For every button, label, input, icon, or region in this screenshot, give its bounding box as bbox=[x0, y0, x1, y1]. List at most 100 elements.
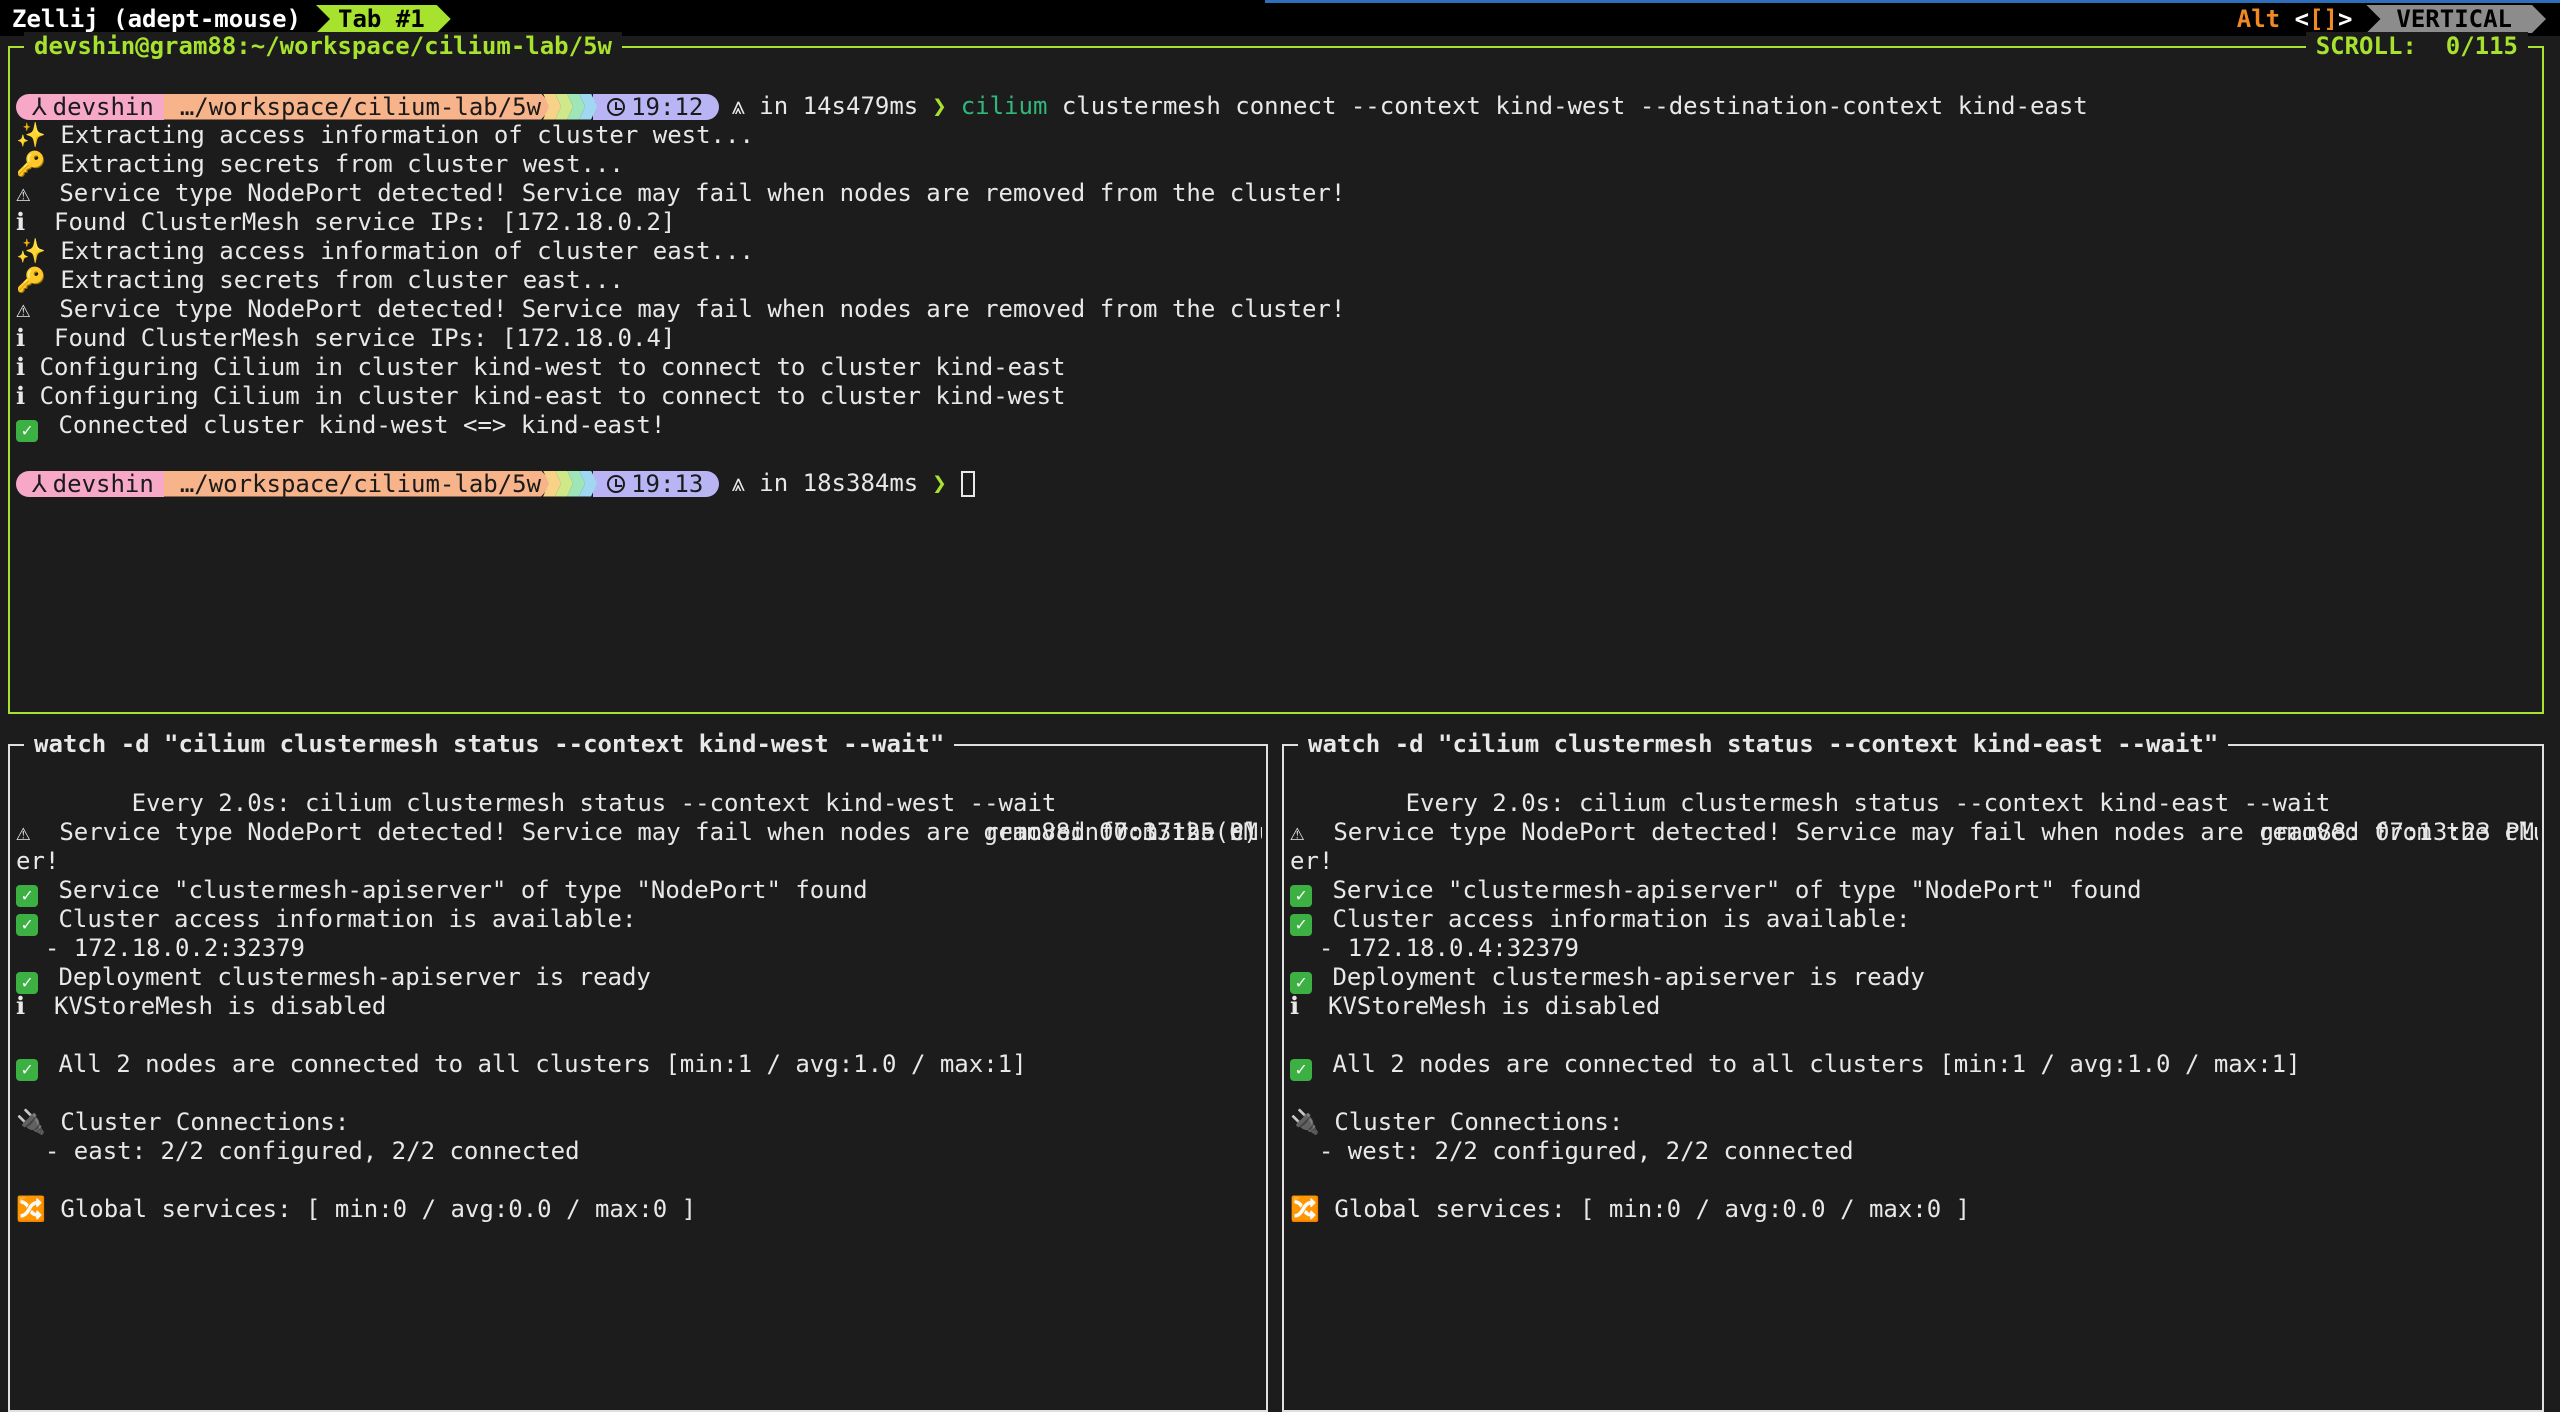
zellij-tab-bar: Zellij (adept-mouse) Tab #1 Alt <[]> VER… bbox=[0, 0, 2560, 36]
cluster-connection-entry: - west: 2/2 configured, 2/2 connected bbox=[1290, 1137, 1854, 1165]
prompt-time-segment: 19:13 bbox=[593, 469, 720, 498]
shuffle-icon: 🔀 bbox=[16, 1195, 46, 1223]
kvstoremesh-line: ℹ KVStoreMesh is disabled bbox=[1290, 992, 1661, 1020]
pane-title: watch -d "cilium clustermesh status --co… bbox=[24, 730, 955, 759]
output-line: ℹ Found ClusterMesh service IPs: [172.18… bbox=[16, 324, 2538, 353]
line-icon: ℹ bbox=[16, 208, 26, 236]
line-icon: ✨ bbox=[16, 237, 46, 265]
command-name: cilium bbox=[960, 92, 1048, 120]
output-line: ⚠ Service type NodePort detected! Servic… bbox=[16, 179, 2538, 208]
watch-header: Every 2.0s: cilium clustermesh status --… bbox=[16, 760, 1262, 846]
output-line: ℹ Configuring Cilium in cluster kind-wes… bbox=[16, 353, 2538, 382]
output-line: 🔑 Extracting secrets from cluster east..… bbox=[16, 266, 2538, 295]
check-icon: ✓ bbox=[16, 1059, 38, 1081]
service-found-line: ✓ Service "clustermesh-apiserver" of typ… bbox=[16, 876, 1262, 907]
session-title: Zellij (adept-mouse) bbox=[12, 5, 301, 33]
warning-line-wrap: er! bbox=[1290, 847, 1334, 875]
check-icon: ✓ bbox=[1290, 885, 1312, 907]
prompt-duration: ⩓ in 14s479ms bbox=[731, 92, 919, 120]
user-icon: ⅄ bbox=[32, 469, 47, 498]
alt-key-label: Alt bbox=[2236, 5, 2281, 33]
output-line: ✨ Extracting access information of clust… bbox=[16, 121, 2538, 150]
watch-command: Every 2.0s: cilium clustermesh status --… bbox=[1405, 789, 2331, 817]
watch-duration-row: in 0.371s (0) bbox=[16, 789, 1262, 846]
kvstoremesh-line: ℹ KVStoreMesh is disabled bbox=[16, 992, 387, 1020]
plug-icon: 🔌 bbox=[1290, 1108, 1320, 1136]
cluster-connection-entry: - east: 2/2 configured, 2/2 connected bbox=[16, 1137, 580, 1165]
terminal-output[interactable]: ⅄ devshin …/workspace/cilium-lab/5w 19:12… bbox=[16, 92, 2538, 712]
line-icon: ✓ bbox=[16, 420, 38, 442]
output-line: ✓ Connected cluster kind-west <=> kind-e… bbox=[16, 411, 2538, 442]
output-line: ✨ Extracting access information of clust… bbox=[16, 237, 2538, 266]
pane-title: watch -d "cilium clustermesh status --co… bbox=[1298, 730, 2229, 759]
prompt-time: 19:13 bbox=[631, 469, 704, 498]
info-icon: ℹ bbox=[1290, 992, 1300, 1020]
line-text: Service type NodePort detected! Service … bbox=[30, 179, 1346, 207]
clock-icon bbox=[607, 474, 626, 493]
line-text: Configuring Cilium in cluster kind-west … bbox=[25, 353, 1066, 381]
prompt-time: 19:12 bbox=[631, 92, 704, 121]
prompt-user: devshin bbox=[52, 92, 154, 121]
service-found-line: ✓ Service "clustermesh-apiserver" of typ… bbox=[1290, 876, 2538, 907]
check-icon: ✓ bbox=[1290, 1059, 1312, 1081]
command-args: clustermesh connect --context kind-west … bbox=[1047, 92, 2088, 120]
check-icon: ✓ bbox=[16, 885, 38, 907]
tab-1[interactable]: Tab #1 bbox=[316, 5, 451, 33]
check-icon: ✓ bbox=[16, 972, 38, 994]
layout-mode-badge[interactable]: VERTICAL bbox=[2366, 5, 2546, 33]
terminal-pane-watch-west[interactable]: watch -d "cilium clustermesh status --co… bbox=[8, 730, 1268, 1412]
terminal-cursor[interactable] bbox=[960, 470, 975, 497]
prompt-time-segment: 19:12 bbox=[593, 92, 720, 121]
shuffle-icon: 🔀 bbox=[1290, 1195, 1320, 1223]
access-info-line: ✓ Cluster access information is availabl… bbox=[16, 905, 1262, 936]
line-text: Found ClusterMesh service IPs: [172.18.0… bbox=[25, 208, 676, 236]
clock-icon bbox=[607, 97, 626, 116]
command-output: ✨ Extracting access information of clust… bbox=[16, 121, 2538, 442]
line-icon: ℹ bbox=[16, 324, 26, 352]
line-text: Extracting secrets from cluster west... bbox=[45, 150, 624, 178]
shell-prompt-current: ⅄ devshin …/workspace/cilium-lab/5w 19:13… bbox=[16, 469, 2538, 498]
check-icon: ✓ bbox=[1290, 972, 1312, 994]
mode-indicator: Alt <[]> VERTICAL bbox=[2237, 5, 2546, 33]
prompt-path-segment: …/workspace/cilium-lab/5w bbox=[164, 471, 553, 497]
prompt-duration: ⩓ in 18s384ms bbox=[731, 469, 919, 497]
user-icon: ⅄ bbox=[32, 92, 47, 121]
plug-icon: 🔌 bbox=[16, 1108, 46, 1136]
cluster-connections-title: 🔌 Cluster Connections: bbox=[16, 1108, 350, 1136]
watch-output[interactable]: Every 2.0s: cilium clustermesh status --… bbox=[16, 760, 1262, 1410]
output-line: 🔑 Extracting secrets from cluster west..… bbox=[16, 150, 2538, 179]
line-icon: ⚠ bbox=[16, 295, 31, 323]
access-ip-line: - 172.18.0.4:32379 bbox=[1290, 934, 1579, 962]
output-line: ⚠ Service type NodePort detected! Servic… bbox=[16, 295, 2538, 324]
prompt-chevron: ❯ bbox=[932, 92, 947, 120]
watch-host-time: gram88: 07:13:23 PM bbox=[2259, 818, 2534, 846]
global-services-line: 🔀 Global services: [ min:0 / avg:0.0 / m… bbox=[16, 1195, 697, 1223]
line-text: Found ClusterMesh service IPs: [172.18.0… bbox=[25, 324, 676, 352]
line-icon: ✨ bbox=[16, 121, 46, 149]
nodes-line: ✓ All 2 nodes are connected to all clust… bbox=[16, 1050, 1262, 1081]
global-services-line: 🔀 Global services: [ min:0 / avg:0.0 / m… bbox=[1290, 1195, 1971, 1223]
line-text: Extracting secrets from cluster east... bbox=[45, 266, 624, 294]
deployment-line: ✓ Deployment clustermesh-apiserver is re… bbox=[1290, 963, 2538, 994]
prompt-separator-arrows bbox=[543, 470, 598, 497]
check-icon: ✓ bbox=[1290, 914, 1312, 936]
output-line: ℹ Found ClusterMesh service IPs: [172.18… bbox=[16, 208, 2538, 237]
zellij-window: Zellij (adept-mouse) Tab #1 Alt <[]> VER… bbox=[0, 0, 2560, 1412]
line-icon: ⚠ bbox=[16, 179, 31, 207]
terminal-pane-main[interactable]: devshin@gram88:~/workspace/cilium-lab/5w… bbox=[8, 32, 2544, 714]
watch-duration: in 0.371s (0) bbox=[1070, 818, 1258, 846]
prompt-user: devshin bbox=[52, 469, 154, 498]
terminal-pane-watch-east[interactable]: watch -d "cilium clustermesh status --co… bbox=[1282, 730, 2544, 1412]
alt-bracket-hint: <[]> bbox=[2280, 5, 2353, 33]
line-text: Extracting access information of cluster… bbox=[45, 237, 754, 265]
bracket-close: > bbox=[2337, 5, 2353, 33]
watch-output[interactable]: Every 2.0s: cilium clustermesh status --… bbox=[1290, 760, 2538, 1410]
bracket-inner: [] bbox=[2309, 5, 2338, 33]
line-text: Service type NodePort detected! Service … bbox=[30, 295, 1346, 323]
check-icon: ✓ bbox=[16, 914, 38, 936]
